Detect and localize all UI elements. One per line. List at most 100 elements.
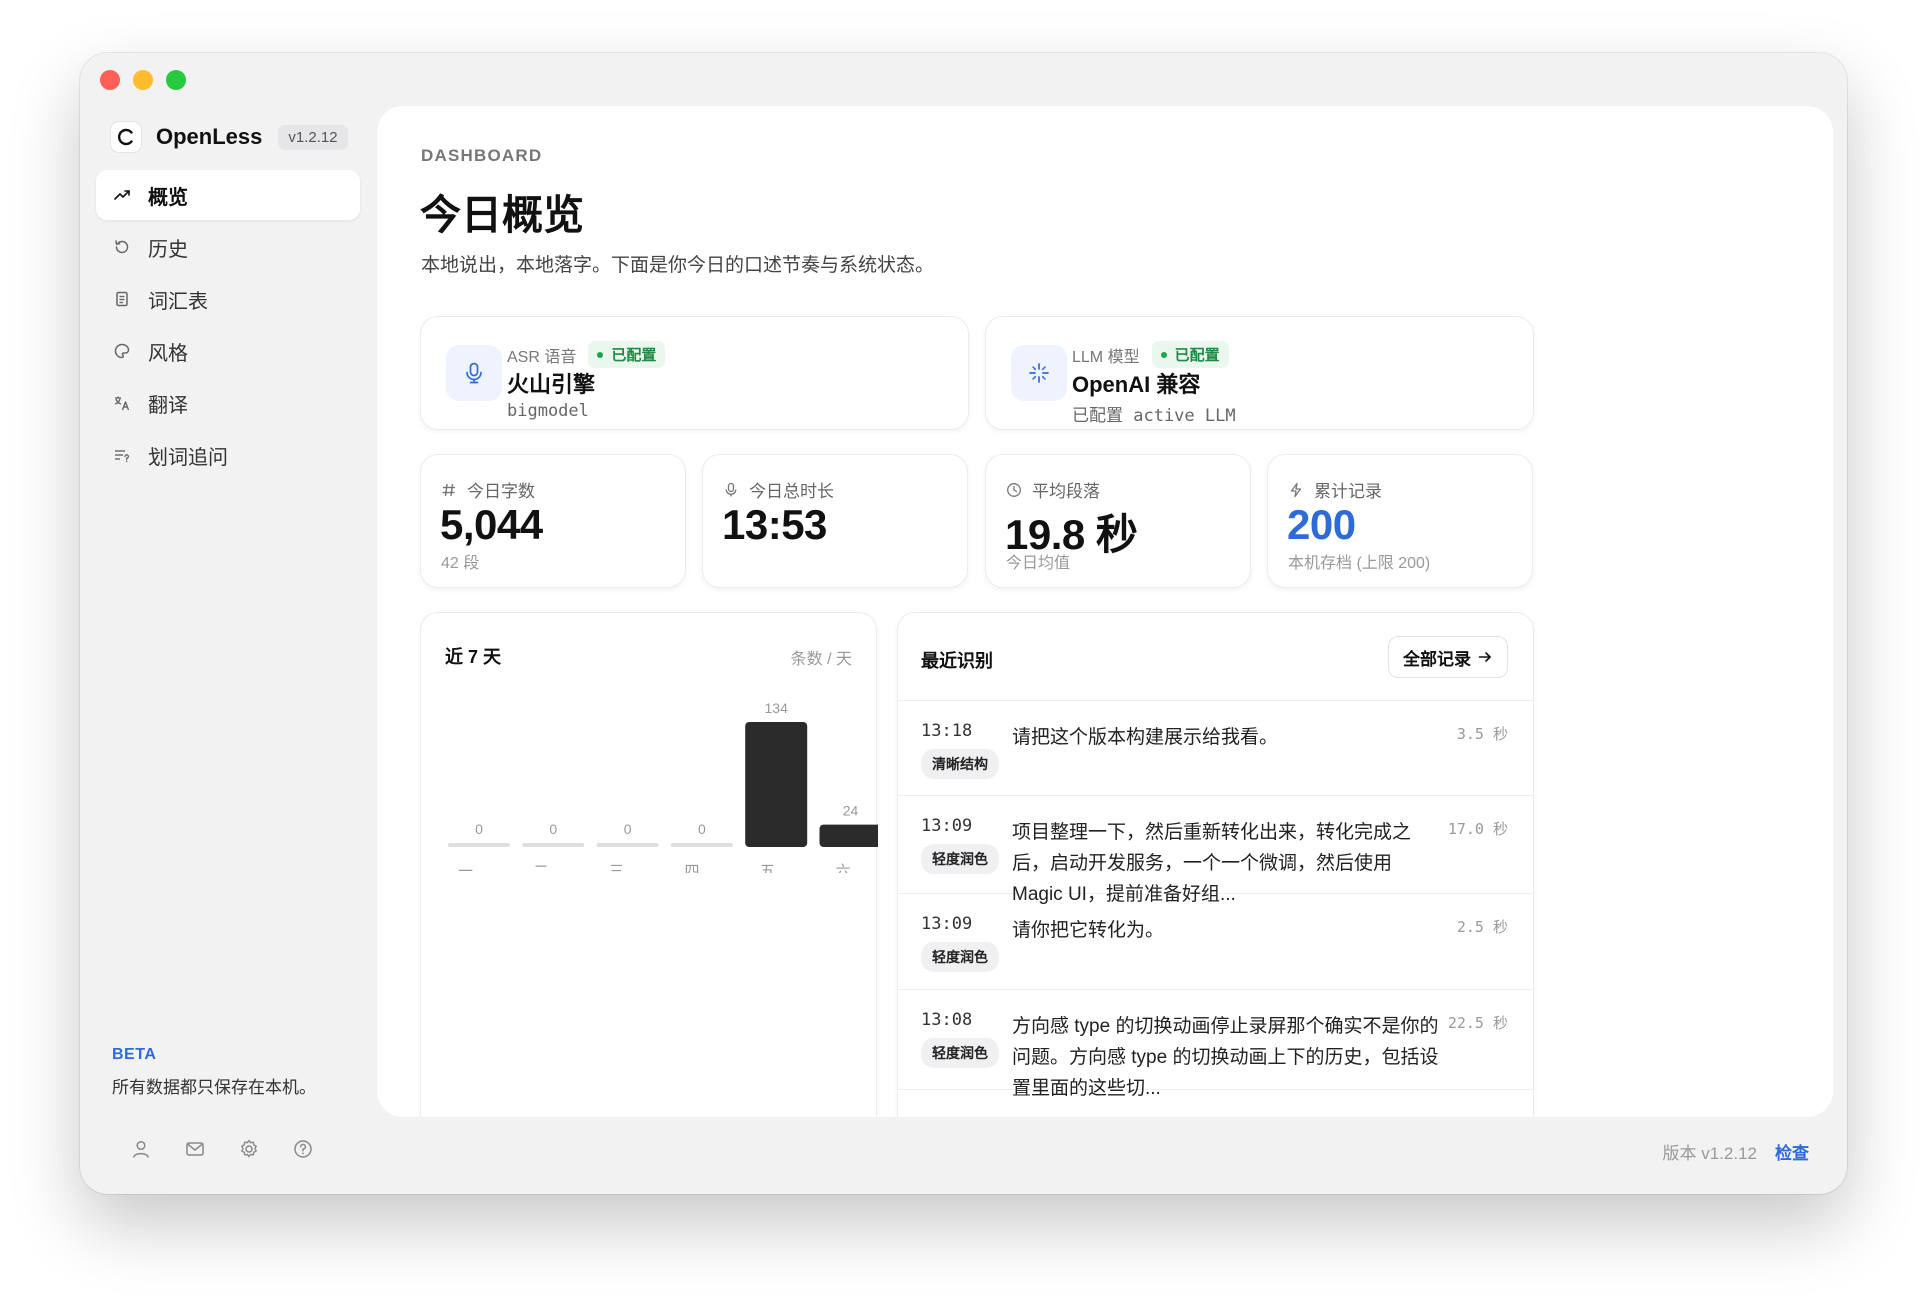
asr-service-card[interactable]: ASR 语音 已配置 火山引擎 bigmodel [420, 316, 969, 430]
clock-icon [1006, 482, 1022, 498]
tick-label-4: 五 [760, 862, 775, 873]
item-time: 13:09 [921, 914, 973, 934]
sparkle-icon [1011, 345, 1067, 401]
chart-bar-2 [596, 843, 659, 847]
stat-label: 累计记录 [1288, 477, 1382, 502]
stat-value: 13:53 [722, 501, 827, 548]
close-window-button[interactable] [100, 70, 120, 90]
app-window: OpenLess v1.2.12 概览 历史 词汇表 风格 翻译 划词追问 BE [80, 53, 1847, 1194]
item-time: 13:08 [921, 1010, 973, 1030]
style-tag: 清晰结构 [921, 749, 999, 779]
stat-card-total-records: 累计记录 200 本机存档 (上限 200) [1267, 454, 1533, 588]
check-update-link[interactable]: 检查 [1775, 1139, 1809, 1164]
trend-icon [112, 185, 132, 205]
stat-label-text: 累计记录 [1314, 482, 1382, 501]
tick-label-5: 六 [836, 862, 851, 873]
llm-model-name: 已配置 active LLM [1072, 406, 1236, 426]
sidebar-item-label: 风格 [148, 342, 188, 365]
microphone-icon [723, 482, 739, 498]
minimize-window-button[interactable] [133, 70, 153, 90]
sidebar-item-vocabulary[interactable]: 词汇表 [96, 274, 360, 324]
list-item[interactable]: 13:08 轻度润色 方向感 type 的切换动画停止录屏那个确实不是你的问题。… [898, 990, 1533, 1099]
recent-recognitions-card: 最近识别 全部记录 13:18 清晰结构 请把这个版本构建展示给我看。 3.5 … [897, 612, 1534, 1117]
stat-label: 今日字数 [441, 477, 535, 502]
data-label-0: 0 [475, 821, 483, 837]
stat-label-text: 今日总时长 [749, 482, 834, 501]
status-badge: 已配置 [588, 341, 666, 368]
mail-icon[interactable] [184, 1138, 206, 1160]
sidebar-item-history[interactable]: 历史 [96, 222, 360, 272]
page-title: 今日概览 [420, 192, 584, 238]
all-records-button[interactable]: 全部记录 [1388, 636, 1508, 678]
chart-bar-1 [522, 843, 585, 847]
help-icon[interactable] [292, 1138, 314, 1160]
item-duration: 2.5 秒 [1456, 918, 1508, 936]
item-text: 请你把它转化为。 [1012, 920, 1165, 941]
llm-label-text: LLM 模型 [1072, 348, 1140, 366]
stat-card-duration: 今日总时长 13:53 [702, 454, 968, 588]
list-item[interactable]: 13:09 轻度润色 请你把它转化为。 2.5 秒 [898, 894, 1533, 990]
translate-icon [112, 393, 132, 413]
lightning-icon [1288, 482, 1304, 498]
chart-bar-4 [745, 722, 808, 847]
stat-value: 200 [1287, 501, 1356, 548]
page-subtitle: 本地说出，本地落字。下面是你今日的口述节奏与系统状态。 [421, 255, 935, 276]
asr-provider-name: 火山引擎 [507, 372, 596, 397]
microphone-icon [446, 345, 502, 401]
brand: OpenLess v1.2.12 [110, 119, 348, 155]
stat-sub: 42 段 [441, 555, 480, 572]
recent-title: 最近识别 [921, 651, 993, 671]
version-badge: v1.2.12 [278, 124, 348, 150]
text-question-icon [112, 445, 132, 465]
style-tag: 轻度润色 [921, 844, 999, 874]
hash-icon [441, 482, 457, 498]
stat-sub: 本机存档 (上限 200) [1288, 555, 1431, 572]
footer-actions [130, 1138, 314, 1160]
sidebar-item-label: 历史 [148, 238, 188, 261]
stat-sub: 今日均值 [1006, 555, 1071, 572]
sidebar-item-text-query[interactable]: 划词追问 [96, 430, 360, 480]
main-content: DASHBOARD 今日概览 本地说出，本地落字。下面是你今日的口述节奏与系统状… [377, 106, 1833, 1117]
maximize-window-button[interactable] [166, 70, 186, 90]
tick-label-1: 二 [534, 862, 549, 873]
llm-provider-name: OpenAI 兼容 [1072, 372, 1201, 397]
data-label-3: 0 [698, 821, 706, 837]
sidebar-item-overview[interactable]: 概览 [96, 170, 360, 220]
sidebar-nav: 概览 历史 词汇表 风格 翻译 划词追问 [96, 170, 360, 482]
style-tag: 轻度润色 [921, 942, 999, 972]
item-time: 13:09 [921, 816, 973, 836]
stat-card-avg-segment: 平均段落 19.8 秒 今日均值 [985, 454, 1251, 588]
list-item[interactable]: 13:18 清晰结构 请把这个版本构建展示给我看。 3.5 秒 [898, 701, 1533, 796]
sidebar-item-translate[interactable]: 翻译 [96, 378, 360, 428]
status-text: 已配置 [611, 347, 657, 364]
chart-bar-0 [448, 843, 510, 847]
item-time: 13:18 [921, 721, 973, 741]
status-dot [1160, 351, 1167, 358]
status-badge: 已配置 [1151, 341, 1229, 368]
sidebar-item-style[interactable]: 风格 [96, 326, 360, 376]
list-item[interactable]: 13:09 轻度润色 项目整理一下，然后重新转化出来，转化完成之后，启动开发服务… [898, 796, 1533, 905]
history-icon [112, 237, 132, 257]
stat-card-word-count: 今日字数 5,044 42 段 [420, 454, 686, 588]
stat-label-text: 今日字数 [467, 482, 535, 501]
stat-label-text: 平均段落 [1032, 482, 1100, 501]
user-icon[interactable] [130, 1138, 152, 1160]
sidebar-item-label: 翻译 [148, 394, 188, 417]
tick-label-2: 三 [609, 862, 624, 873]
item-text: 请把这个版本构建展示给我看。 [1012, 727, 1279, 748]
chart-bar-5 [819, 824, 878, 847]
weekly-chart-card: 近 7 天 条数 / 天 0一0二0三0四134五24六42日 [420, 612, 878, 1117]
beta-title: BETA [112, 1046, 157, 1063]
arrow-right-icon [1477, 649, 1493, 665]
chart-bar-3 [670, 843, 733, 847]
window-controls [100, 70, 186, 90]
tick-label-3: 四 [685, 862, 700, 873]
stat-value: 5,044 [440, 501, 543, 548]
app-logo-icon [110, 121, 142, 153]
beta-text: 所有数据都只保存在本机。 [112, 1078, 316, 1097]
stat-label: 今日总时长 [723, 477, 834, 502]
beta-notice: BETA 所有数据都只保存在本机。 [112, 1046, 316, 1098]
llm-service-card[interactable]: LLM 模型 已配置 OpenAI 兼容 已配置 active LLM [985, 316, 1534, 430]
gear-icon[interactable] [238, 1138, 260, 1160]
sidebar-item-label: 词汇表 [148, 290, 208, 313]
